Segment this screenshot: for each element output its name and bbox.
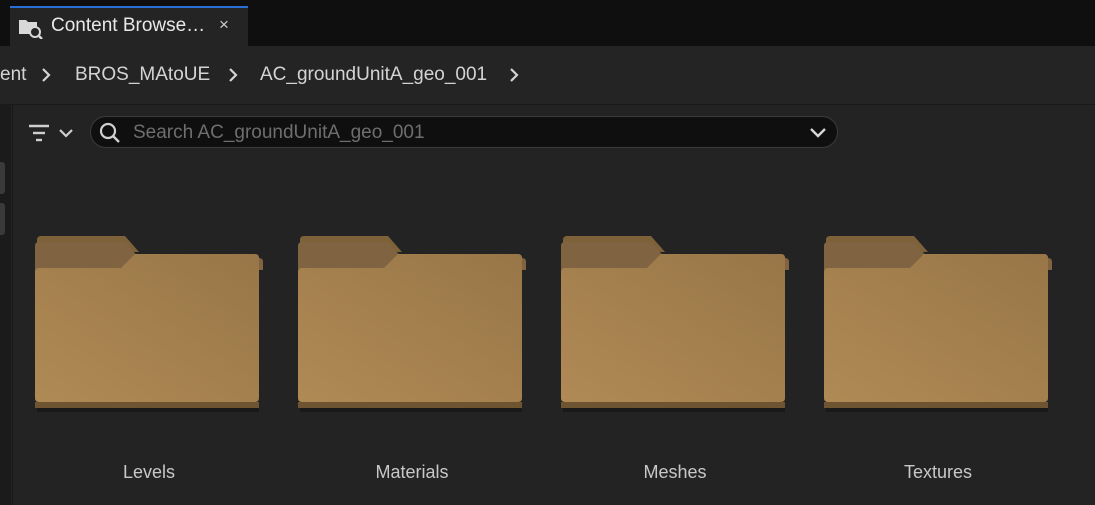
content-browser-panel: ent BROS_MAtoUE AC_groundUnitA_geo_001 S… bbox=[0, 46, 1095, 505]
folder-textures[interactable]: Textures bbox=[822, 236, 1054, 494]
folder-label: Textures bbox=[903, 462, 973, 482]
sources-tab[interactable] bbox=[0, 203, 5, 235]
folder-materials[interactable]: Materials bbox=[296, 236, 528, 494]
sources-tab[interactable] bbox=[0, 162, 5, 194]
folder-label: Materials bbox=[375, 462, 449, 482]
filter-icon bbox=[29, 124, 73, 142]
folder-icon bbox=[35, 236, 263, 412]
chevron-right-icon[interactable] bbox=[508, 65, 522, 85]
breadcrumb-item-bros[interactable]: BROS_MAtoUE bbox=[75, 64, 210, 86]
search-box[interactable] bbox=[90, 116, 838, 148]
folder-label: Levels bbox=[122, 462, 176, 482]
tab-title: Content Browse… bbox=[51, 15, 206, 36]
close-icon[interactable]: × bbox=[215, 16, 233, 34]
folder-label: Meshes bbox=[643, 462, 707, 482]
chevron-down-icon[interactable] bbox=[809, 126, 827, 140]
folder-icon bbox=[561, 236, 789, 412]
tab-content-browser[interactable]: Content Browse… × bbox=[10, 6, 248, 46]
folder-icon bbox=[298, 236, 526, 412]
breadcrumb-item-current[interactable]: AC_groundUnitA_geo_001 bbox=[260, 64, 487, 86]
breadcrumb-item-content[interactable]: ent bbox=[0, 64, 26, 86]
breadcrumb: ent BROS_MAtoUE AC_groundUnitA_geo_001 bbox=[0, 46, 1095, 104]
content-browser-icon bbox=[18, 17, 44, 40]
tab-bar: Content Browse… × bbox=[0, 0, 1095, 46]
chevron-right-icon[interactable] bbox=[40, 65, 54, 85]
chevron-right-icon[interactable] bbox=[227, 65, 241, 85]
folder-meshes[interactable]: Meshes bbox=[559, 236, 791, 494]
asset-view: Levels Materials bbox=[12, 105, 1095, 505]
search-icon bbox=[99, 122, 120, 143]
filter-button[interactable] bbox=[27, 121, 79, 149]
folder-levels[interactable]: Levels bbox=[33, 236, 265, 494]
search-input[interactable] bbox=[131, 120, 775, 146]
folder-icon bbox=[824, 236, 1052, 412]
sources-panel-strip[interactable] bbox=[0, 105, 11, 505]
